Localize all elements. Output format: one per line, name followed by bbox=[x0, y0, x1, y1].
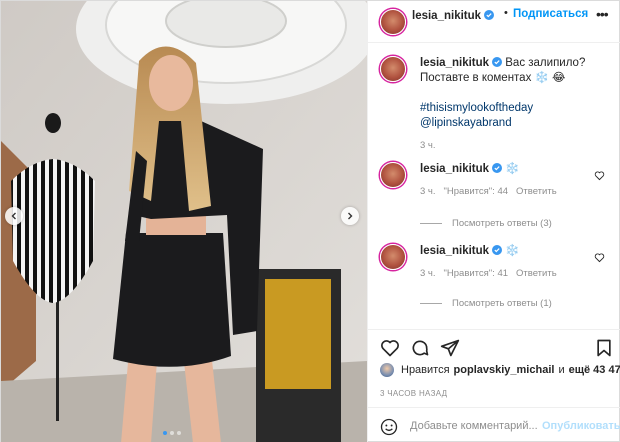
publish-button[interactable]: Опубликовать bbox=[542, 420, 620, 432]
reply-button[interactable]: Ответить bbox=[516, 268, 557, 279]
comment-username[interactable]: lesia_nikituk bbox=[420, 163, 489, 175]
more-options-icon[interactable]: ••• bbox=[596, 6, 609, 22]
avatar[interactable] bbox=[380, 9, 406, 35]
comment-time[interactable]: 3 ч. bbox=[420, 268, 436, 279]
caption-body: lesia_nikituk Вас залипило? Поставте в к… bbox=[420, 56, 590, 131]
carousel-dot bbox=[177, 431, 181, 435]
liker-avatar[interactable] bbox=[380, 363, 394, 377]
chevron-left-icon bbox=[11, 212, 16, 220]
comment-username[interactable]: lesia_nikituk bbox=[420, 245, 489, 257]
like-heart-icon[interactable] bbox=[380, 338, 400, 358]
comment-body: lesia_nikituk ❄️ bbox=[420, 244, 590, 259]
chevron-right-icon bbox=[348, 212, 353, 220]
avatar[interactable] bbox=[380, 56, 406, 82]
header-user: lesia_nikituk bbox=[412, 8, 495, 22]
likes-count[interactable]: ещё 43 473 bbox=[569, 364, 620, 376]
likes-middle: и bbox=[558, 364, 565, 376]
comment-likes[interactable]: "Нравится": 41 bbox=[444, 268, 509, 279]
follow-button[interactable]: Подписаться bbox=[513, 8, 588, 20]
action-bar bbox=[368, 329, 620, 361]
caption-meta: 3 ч. bbox=[420, 140, 436, 151]
comment-text: ❄️ bbox=[505, 163, 520, 175]
carousel-dot bbox=[170, 431, 174, 435]
header-separator: • bbox=[504, 7, 508, 19]
heart-outline-icon[interactable] bbox=[594, 170, 605, 181]
bookmark-icon[interactable] bbox=[594, 338, 614, 358]
post-photo[interactable] bbox=[1, 1, 367, 442]
comments-list[interactable]: lesia_nikituk Вас залипило? Поставте в к… bbox=[368, 44, 620, 326]
heart-outline-icon[interactable] bbox=[594, 252, 605, 263]
hashtag-link[interactable]: #thisismylookoftheday bbox=[420, 101, 590, 116]
header-username[interactable]: lesia_nikituk bbox=[412, 10, 481, 22]
comment-input[interactable] bbox=[410, 417, 538, 435]
post-sidebar: lesia_nikituk • Подписаться ••• lesia_ni… bbox=[367, 1, 620, 442]
instagram-post: lesia_nikituk • Подписаться ••• lesia_ni… bbox=[0, 0, 620, 442]
verified-badge-icon bbox=[492, 57, 503, 67]
view-replies-button[interactable]: Посмотреть ответы (1) bbox=[420, 298, 552, 309]
avatar[interactable] bbox=[380, 244, 406, 270]
caption-time[interactable]: 3 ч. bbox=[420, 140, 436, 151]
comment-likes[interactable]: "Нравится": 44 bbox=[444, 186, 509, 197]
verified-badge-icon bbox=[484, 10, 495, 20]
emoji-smile-icon[interactable] bbox=[380, 418, 398, 436]
caption-username[interactable]: lesia_nikituk bbox=[420, 57, 489, 69]
photo-illustration bbox=[1, 1, 367, 442]
comment-meta: 3 ч. "Нравится": 41 Ответить bbox=[420, 268, 557, 279]
mention-link[interactable]: @lipinskayabrand bbox=[420, 116, 590, 131]
comment-time[interactable]: 3 ч. bbox=[420, 186, 436, 197]
reply-button[interactable]: Ответить bbox=[516, 186, 557, 197]
add-comment-bar: Опубликовать bbox=[368, 407, 620, 442]
comment-meta: 3 ч. "Нравится": 44 Ответить bbox=[420, 186, 557, 197]
view-replies-label: Посмотреть ответы (1) bbox=[452, 298, 552, 309]
likes-prefix: Нравится bbox=[401, 364, 450, 376]
verified-badge-icon bbox=[492, 245, 503, 255]
post-timestamp[interactable]: 3 ЧАСОВ НАЗАД bbox=[380, 389, 447, 398]
likes-summary: Нравится poplavskiy_michail и ещё 43 473 bbox=[380, 363, 620, 377]
post-header: lesia_nikituk • Подписаться ••• bbox=[368, 1, 620, 43]
comment-bubble-icon[interactable] bbox=[410, 338, 430, 358]
replies-divider bbox=[420, 303, 442, 304]
liker-username[interactable]: poplavskiy_michail bbox=[454, 364, 555, 376]
verified-badge-icon bbox=[492, 163, 503, 173]
view-replies-label: Посмотреть ответы (3) bbox=[452, 218, 552, 229]
view-replies-button[interactable]: Посмотреть ответы (3) bbox=[420, 218, 552, 229]
avatar[interactable] bbox=[380, 162, 406, 188]
replies-divider bbox=[420, 223, 442, 224]
next-image-button[interactable] bbox=[341, 207, 359, 225]
comment-body: lesia_nikituk ❄️ bbox=[420, 162, 590, 177]
previous-image-button[interactable] bbox=[5, 207, 23, 225]
comment-text: ❄️ bbox=[505, 245, 520, 257]
carousel-dot bbox=[163, 431, 167, 435]
share-plane-icon[interactable] bbox=[440, 338, 460, 358]
carousel-indicator bbox=[163, 431, 181, 435]
